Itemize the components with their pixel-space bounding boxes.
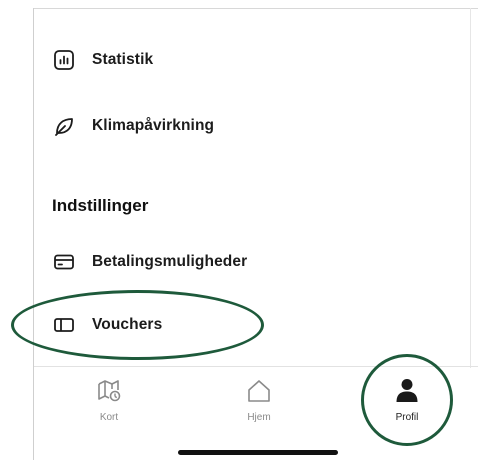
person-icon (393, 376, 421, 409)
credit-card-icon (52, 250, 76, 274)
screen: Statistik Klimapåvirkning Indstillinger … (0, 0, 478, 460)
home-indicator (178, 450, 338, 455)
frame-right-border (470, 8, 471, 368)
menu-item-label: Statistik (92, 51, 154, 68)
tab-kort[interactable]: Kort (86, 378, 132, 423)
menu-item-klimapavirkning[interactable]: Klimapåvirkning (52, 111, 214, 141)
tab-label: Kort (99, 412, 119, 423)
home-icon (246, 378, 272, 409)
map-icon (96, 378, 122, 409)
menu-item-label: Vouchers (92, 316, 163, 333)
menu-item-label: Betalingsmuligheder (92, 253, 248, 270)
voucher-icon (52, 313, 76, 337)
section-title-settings: Indstillinger (52, 196, 149, 215)
menu-item-vouchers[interactable]: Vouchers (52, 310, 162, 340)
menu-item-betalingsmuligheder[interactable]: Betalingsmuligheder (52, 247, 247, 277)
tabbar-divider (34, 366, 478, 367)
menu-item-statistik[interactable]: Statistik (52, 45, 153, 75)
menu-item-label: Klimapåvirkning (92, 117, 215, 134)
statistics-icon (52, 48, 76, 72)
tab-hjem[interactable]: Hjem (236, 378, 282, 423)
tab-label: Hjem (247, 412, 271, 423)
leaf-icon (52, 114, 76, 138)
tab-profil[interactable]: Profil (384, 376, 430, 423)
tab-label: Profil (395, 412, 419, 423)
frame-top-border (33, 8, 478, 9)
frame-left-border (33, 8, 34, 460)
